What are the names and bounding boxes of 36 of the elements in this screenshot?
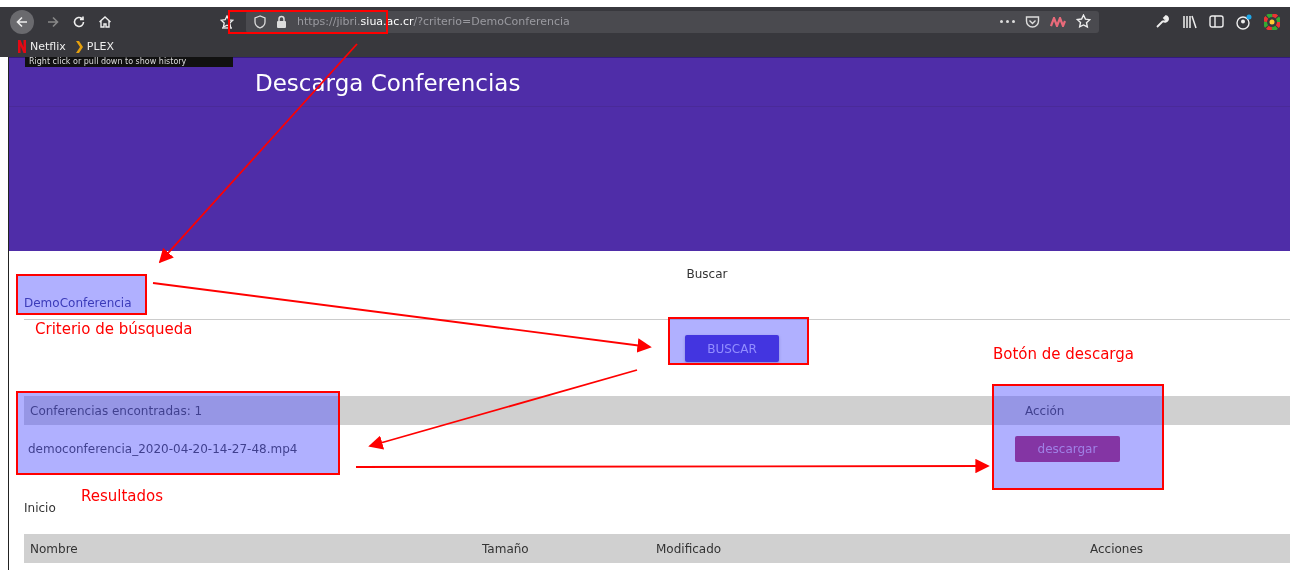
column-header: Acciones xyxy=(1089,541,1144,556)
search-button[interactable]: BUSCAR xyxy=(685,335,779,362)
column-header: Tamaño xyxy=(481,541,530,556)
annotation-label: Criterio de búsqueda xyxy=(35,320,193,338)
column-header: Acción xyxy=(1024,403,1065,418)
bookmark-item[interactable]: PLEX xyxy=(75,40,115,53)
extension-icon[interactable] xyxy=(1050,16,1066,27)
search-field[interactable]: DemoConferencia xyxy=(24,296,224,310)
lock-icon[interactable] xyxy=(276,15,287,28)
wrench-icon[interactable] xyxy=(1155,14,1170,29)
forward-icon[interactable] xyxy=(46,14,60,29)
back-button[interactable] xyxy=(10,9,34,34)
download-button[interactable]: descargar xyxy=(1015,436,1120,462)
chevron-icon xyxy=(75,40,83,53)
column-header: Conferencias encontradas: 1 xyxy=(29,403,204,418)
search-label: Buscar xyxy=(685,266,729,283)
file-name: democonferencia_2020-04-20-14-27-48.mp4 xyxy=(27,442,299,456)
annotation-label: Botón de descarga xyxy=(993,345,1134,363)
library-icon[interactable] xyxy=(1182,14,1197,29)
bookmark-item[interactable]: Netflix xyxy=(18,40,66,53)
shield-icon[interactable] xyxy=(254,14,266,29)
tooltip: Right click or pull down to show history xyxy=(25,57,233,67)
reload-icon[interactable] xyxy=(72,14,86,29)
annotation-label: Resultados xyxy=(81,487,164,505)
n-logo-icon xyxy=(18,40,26,53)
section-title: Inicio xyxy=(24,501,56,515)
account-icon[interactable] xyxy=(1236,13,1252,30)
back-arrow-icon xyxy=(15,14,29,29)
column-header: Modificado xyxy=(655,541,723,556)
home-icon[interactable] xyxy=(98,14,112,29)
star-icon[interactable] xyxy=(1076,14,1091,29)
color-wheel-icon[interactable] xyxy=(1264,13,1280,30)
sidebar-icon[interactable] xyxy=(1209,15,1224,28)
pocket-icon[interactable] xyxy=(1025,14,1040,29)
bookmark-star-icon[interactable] xyxy=(220,14,234,29)
column-header: Nombre xyxy=(29,541,79,556)
